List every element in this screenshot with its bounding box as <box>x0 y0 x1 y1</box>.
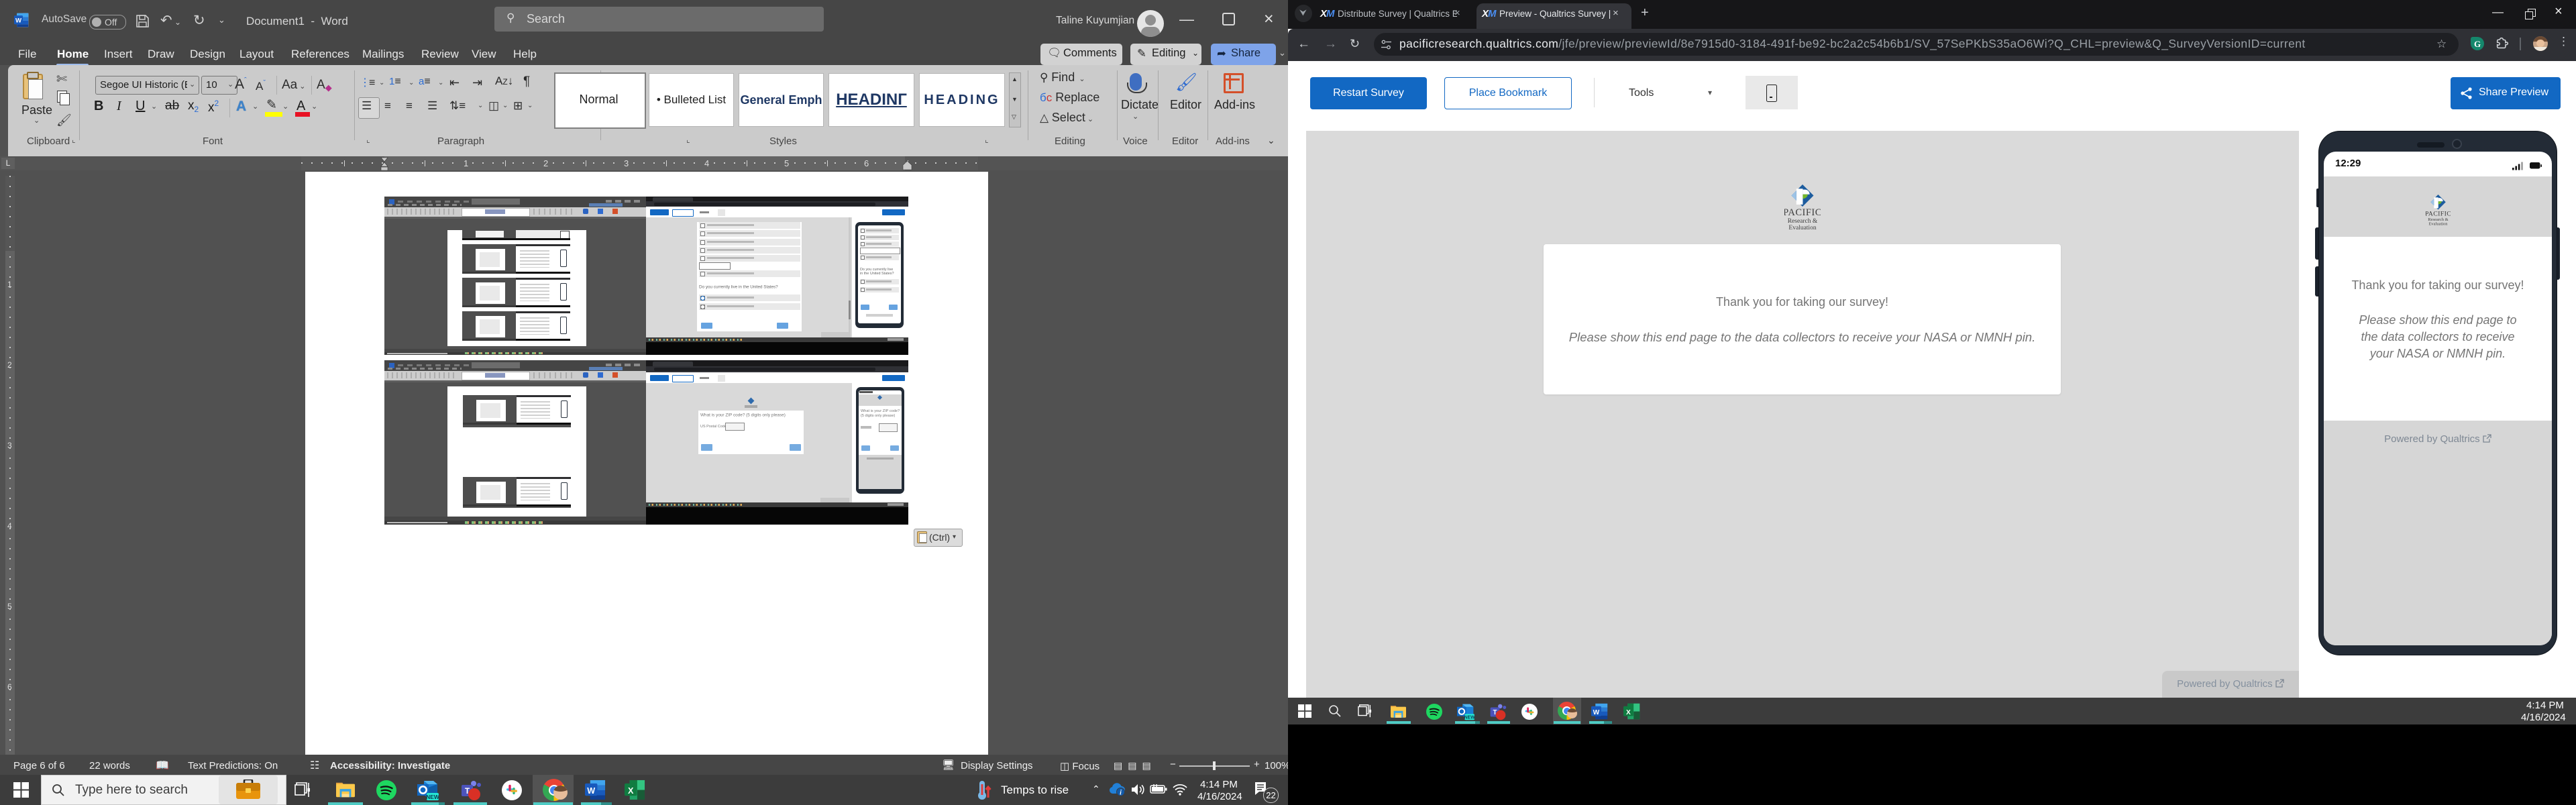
svg-text:W: W <box>1593 709 1600 716</box>
svg-text:X: X <box>1626 709 1631 716</box>
svg-text:W: W <box>587 786 595 796</box>
svg-text:X: X <box>628 786 634 796</box>
svg-text:W: W <box>15 17 22 24</box>
svg-text:NEW: NEW <box>1464 716 1474 720</box>
svg-text:G: G <box>2474 39 2481 49</box>
svg-text:NEW: NEW <box>426 794 439 800</box>
svg-text:i: i <box>1120 790 1122 797</box>
